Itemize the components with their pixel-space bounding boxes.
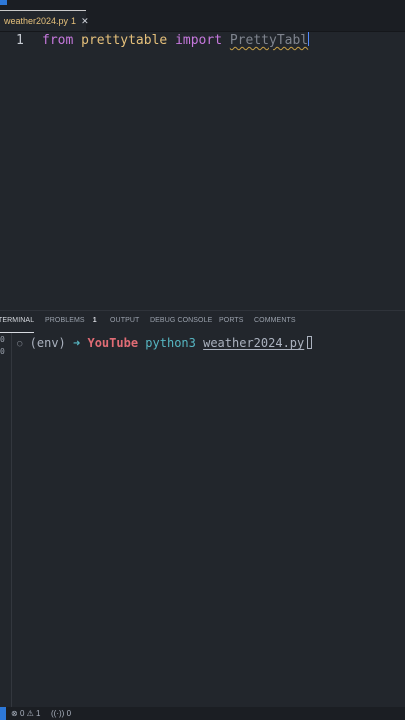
status-bar: ⊗ 0 ⚠ 1 ((·)) 0 [0, 707, 405, 720]
tab-problems-label: PROBLEMS [45, 317, 85, 324]
line-number: 1 [16, 33, 24, 48]
ports-status[interactable]: ((·)) 0 [51, 707, 71, 720]
command-python3: python3 [145, 336, 196, 350]
terminal-cursor [307, 336, 313, 349]
error-count: 0 [19, 709, 25, 718]
tab-debug-console[interactable]: DEBUG CONSOLE [150, 311, 212, 333]
terminal-prompt-line: ○ (env) ➜ YouTube python3 weather2024.py [17, 335, 313, 352]
command-argument[interactable]: weather2024.py [203, 336, 304, 350]
tab-problems[interactable]: PROBLEMS 1 [45, 311, 97, 333]
code-editor[interactable]: 1 from prettytable import PrettyTabl [0, 32, 405, 310]
prompt-arrow-icon: ➜ [73, 336, 81, 350]
broadcast-icon: ((·)) [51, 709, 65, 718]
code-content: from prettytable import PrettyTabl [42, 32, 310, 50]
editor-tab-weather2024[interactable]: weather2024.py 1 ✕ [0, 10, 89, 31]
close-icon[interactable]: ✕ [81, 16, 89, 27]
code-line: 1 from prettytable import PrettyTabl [0, 32, 405, 50]
tab-output[interactable]: OUTPUT [110, 311, 139, 333]
tab-terminal[interactable]: TERMINAL [0, 311, 35, 333]
tab-comments[interactable]: COMMENTS [254, 311, 296, 333]
terminal-gutter-mark: 0 [0, 335, 5, 344]
keyword-import: import [175, 33, 223, 48]
tab-filename: weather2024.py [4, 16, 69, 26]
remote-indicator[interactable] [0, 707, 6, 720]
text-cursor [308, 32, 310, 46]
accent-marker [0, 0, 7, 5]
title-bar [0, 0, 405, 10]
ports-count: 0 [66, 709, 72, 718]
terminal-gutter-mark: 0 [0, 347, 5, 356]
terminal-view[interactable]: 0 0 [0, 333, 405, 707]
status-circle-icon: ○ [17, 339, 23, 349]
import-name: PrettyTabl [229, 33, 309, 48]
keyword-from: from [42, 33, 74, 48]
problems-count-badge: 1 [92, 317, 97, 324]
editor-tab-strip: weather2024.py 1 ✕ [0, 10, 405, 32]
error-icon: ⊗ [11, 709, 18, 718]
prompt-directory: YouTube [87, 336, 139, 350]
terminal-gutter-divider [11, 333, 12, 707]
panel-tab-bar: TERMINAL PROBLEMS 1 OUTPUT DEBUG CONSOLE … [0, 311, 405, 333]
warning-count: 1 [36, 709, 41, 718]
venv-label: (env) [29, 336, 66, 350]
problems-status[interactable]: ⊗ 0 ⚠ 1 [11, 707, 40, 720]
module-name: prettytable [81, 33, 168, 48]
warning-icon: ⚠ [26, 709, 34, 718]
tab-ports[interactable]: PORTS [219, 311, 244, 333]
tab-problem-badge: 1 [71, 16, 77, 26]
